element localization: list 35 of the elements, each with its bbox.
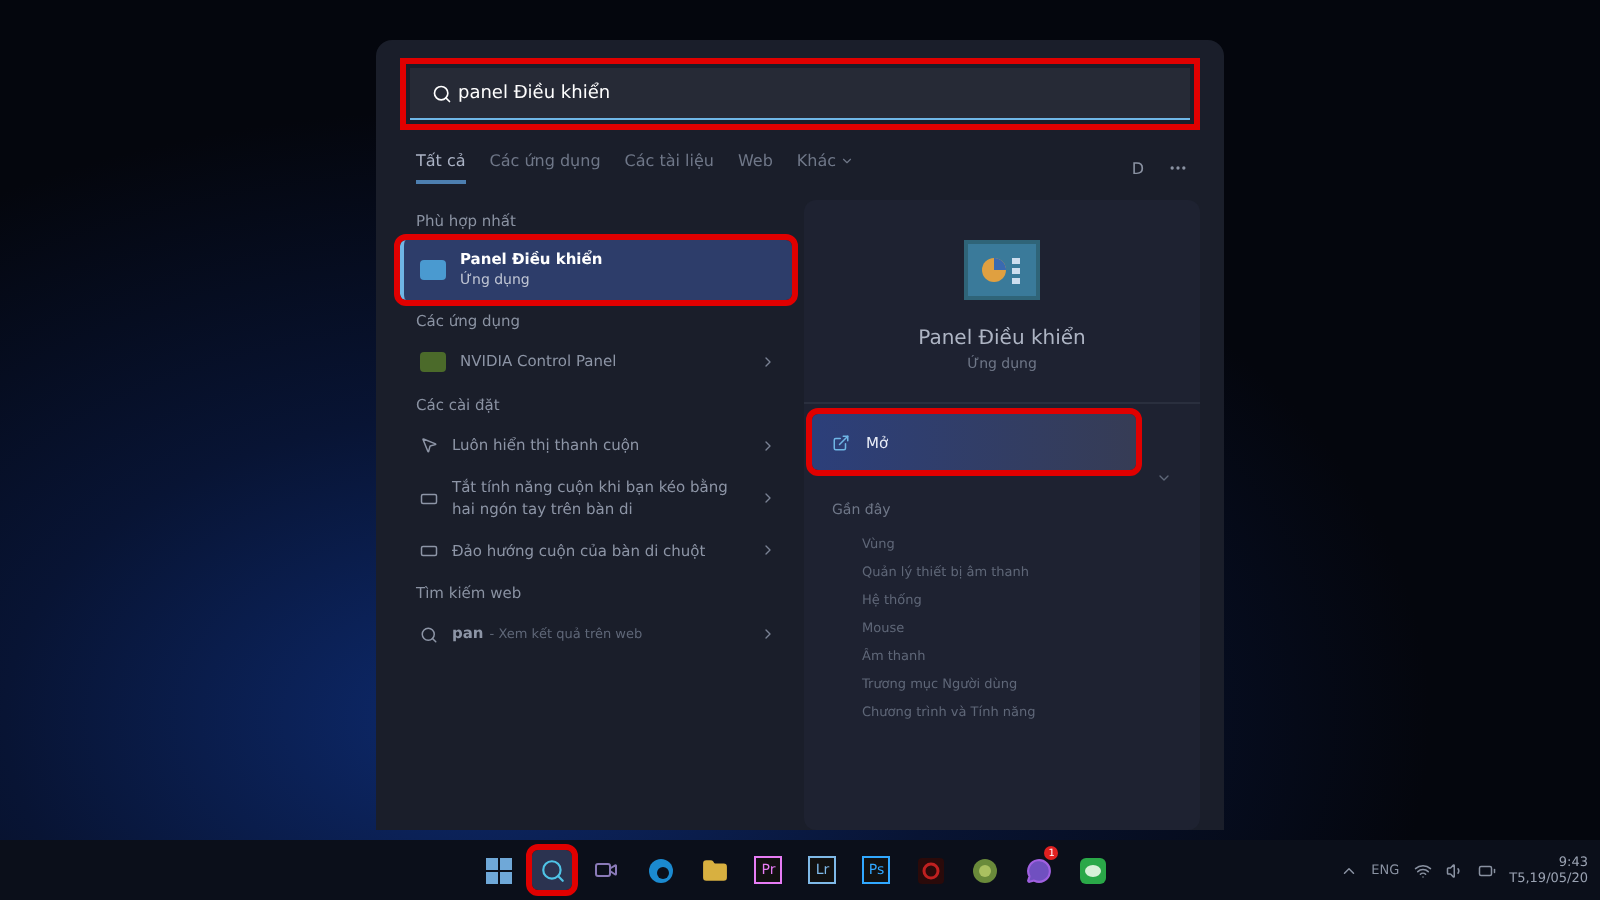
touchpad-icon <box>420 489 438 507</box>
chevron-right-icon <box>760 437 776 454</box>
taskbar-button[interactable] <box>532 850 573 890</box>
battery-icon[interactable] <box>1477 861 1496 879</box>
chat-app-icon <box>1079 857 1106 883</box>
filter-tab[interactable]: Các ứng dụng <box>489 152 601 184</box>
account-initial[interactable]: D <box>1131 159 1144 177</box>
chevron-down-icon[interactable] <box>1156 470 1172 486</box>
chevron-down-icon <box>840 154 855 168</box>
app-icon <box>971 857 998 883</box>
filter-tab[interactable]: Web <box>737 152 773 184</box>
wifi-icon[interactable] <box>1413 861 1432 879</box>
search-icon <box>432 84 452 104</box>
chevron-right-icon <box>760 542 776 559</box>
search-icon <box>420 625 438 644</box>
chevron-right-icon <box>760 626 776 643</box>
external-link-icon <box>832 433 850 451</box>
folder-icon <box>701 857 728 883</box>
browser-logo-icon <box>647 857 674 883</box>
filter-tab[interactable]: Các tài liệu <box>624 152 714 184</box>
touchpad-icon <box>420 541 438 560</box>
volume-icon[interactable] <box>1445 861 1464 879</box>
windows-logo-icon <box>485 857 512 883</box>
search-icon <box>539 857 566 883</box>
app-icon <box>917 857 944 883</box>
chat-bubble-icon <box>1025 857 1052 883</box>
filter-tab[interactable]: Khác <box>796 152 855 184</box>
pointer-icon <box>420 436 438 455</box>
filter-tab[interactable]: Tất cả <box>416 152 466 184</box>
search-field[interactable]: panel Điều khiển <box>410 68 1190 120</box>
video-chat-icon <box>594 858 619 882</box>
preview-title: Panel Điều khiển <box>918 328 1086 350</box>
app-icon <box>420 351 446 372</box>
chevron-right-icon <box>760 353 776 370</box>
chevron-right-icon <box>760 490 776 506</box>
